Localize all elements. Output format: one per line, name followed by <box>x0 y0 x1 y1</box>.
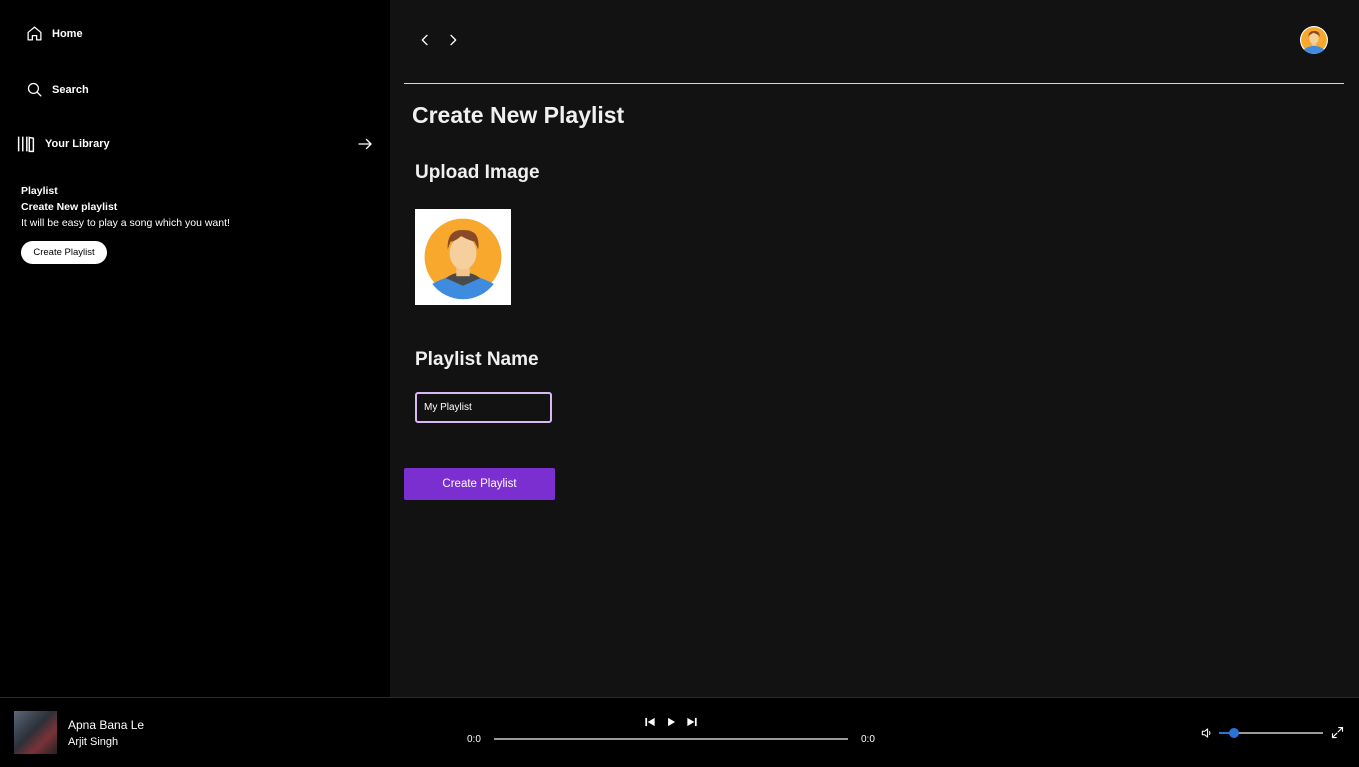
volume-knob[interactable] <box>1228 728 1239 738</box>
page-title: Create New Playlist <box>412 102 625 128</box>
header-divider <box>404 83 1344 84</box>
arrow-right-icon[interactable] <box>356 135 374 153</box>
chevron-left-icon[interactable] <box>417 31 433 49</box>
promo-description: It will be easy to play a song which you… <box>21 217 230 229</box>
play-icon[interactable] <box>664 715 678 729</box>
nav-library[interactable]: Your Library <box>16 135 110 153</box>
nav-library-label: Your Library <box>45 138 110 150</box>
user-avatar[interactable] <box>1300 26 1328 54</box>
home-icon <box>27 26 42 41</box>
promo-subtitle: Create New playlist <box>21 201 118 213</box>
search-icon <box>27 82 42 97</box>
next-track-icon[interactable] <box>685 715 699 729</box>
fullscreen-icon[interactable] <box>1330 725 1345 740</box>
nav-home[interactable]: Home <box>26 25 83 42</box>
upload-image-preview[interactable] <box>415 209 511 305</box>
library-icon <box>17 136 35 153</box>
player-bar: Apna Bana Le Arjit Singh 0:0 0:0 <box>0 697 1359 767</box>
time-total: 0:0 <box>861 734 875 745</box>
avatar-icon <box>1301 27 1327 54</box>
playlist-promo: Playlist Create New playlist It will be … <box>21 183 230 231</box>
create-playlist-button[interactable]: Create Playlist <box>404 468 555 500</box>
playlist-name-input[interactable] <box>415 392 552 423</box>
prev-track-icon[interactable] <box>643 715 657 729</box>
main-content: Create New Playlist Upload Image Playlis… <box>390 0 1359 697</box>
nav-search[interactable]: Search <box>26 81 89 98</box>
nav-search-label: Search <box>52 83 89 96</box>
sidebar: Home Search Your Library Playlist Create… <box>0 0 390 697</box>
promo-create-playlist-button[interactable]: Create Playlist <box>21 241 107 264</box>
nav-home-label: Home <box>52 27 83 40</box>
time-current: 0:0 <box>467 734 481 745</box>
progress-bar[interactable] <box>494 738 848 740</box>
volume-icon[interactable] <box>1200 726 1214 740</box>
upload-image-heading: Upload Image <box>415 162 540 183</box>
playlist-name-heading: Playlist Name <box>415 349 539 370</box>
volume-slider[interactable] <box>1219 728 1323 738</box>
chevron-right-icon[interactable] <box>445 31 461 49</box>
track-artist: Arjit Singh <box>68 736 119 748</box>
track-title: Apna Bana Le <box>68 718 145 732</box>
promo-title: Playlist <box>21 185 58 197</box>
avatar-icon <box>424 218 502 300</box>
album-cover <box>14 711 57 754</box>
